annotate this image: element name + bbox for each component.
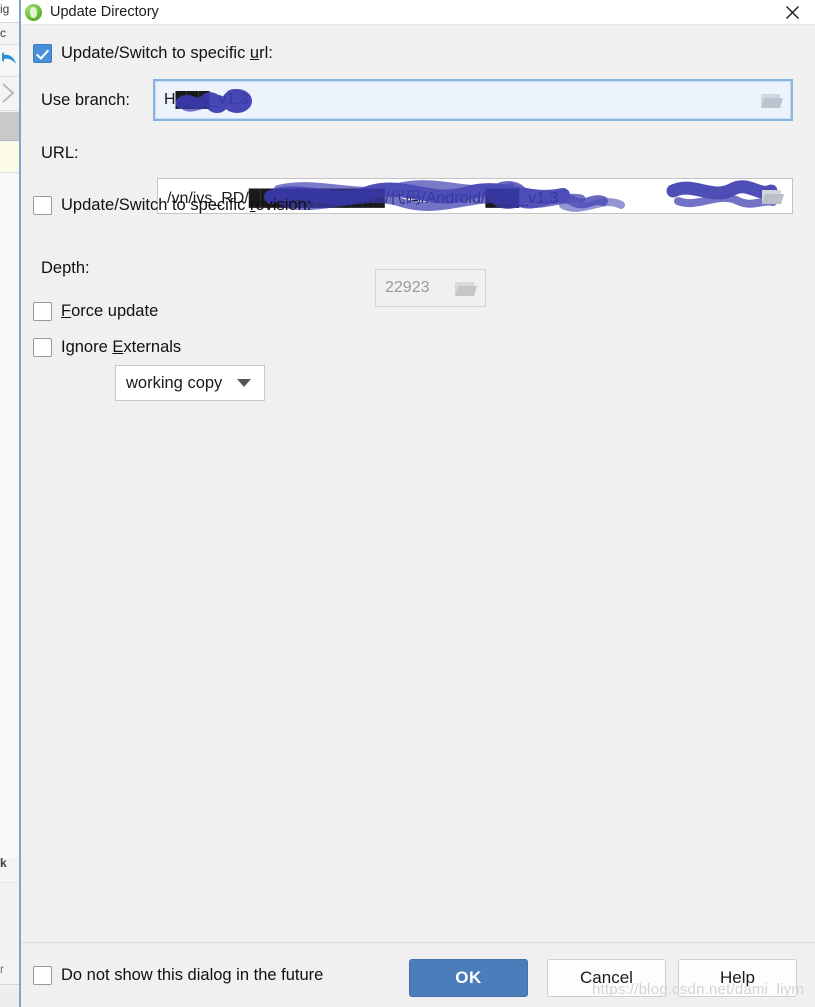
tortoisesvn-icon: [25, 3, 42, 21]
bg-divider-3: [0, 76, 19, 77]
specific-url-checkbox[interactable]: [33, 44, 52, 63]
revision-browse-icon: [453, 278, 479, 298]
branch-input[interactable]: H███_v1.3: [153, 79, 793, 121]
cancel-button[interactable]: Cancel: [547, 959, 666, 997]
bg-divider-8: [0, 984, 19, 985]
bg-band-status: [0, 986, 19, 1007]
bg-band-selected: [0, 112, 19, 140]
bg-band-highlight: [0, 142, 19, 172]
specific-revision-label: Update/Switch to specific revision:: [61, 196, 312, 214]
ok-button[interactable]: OK: [409, 959, 528, 997]
depth-selected-value: working copy: [126, 373, 223, 392]
dialog-titlebar: Update Directory: [21, 0, 815, 24]
do-not-show-checkbox-row[interactable]: Do not show this dialog in the future: [33, 966, 323, 985]
chevron-down-icon[interactable]: [237, 379, 251, 387]
specific-url-checkbox-row[interactable]: Update/Switch to specific url:: [33, 44, 273, 63]
bg-divider-7: [0, 882, 19, 883]
dialog-footer: Do not show this dialog in the future OK…: [21, 942, 815, 1007]
specific-revision-checkbox[interactable]: [33, 196, 52, 215]
help-button[interactable]: Help: [678, 959, 797, 997]
bg-divider-1: [0, 22, 19, 23]
bg-divider-2: [0, 44, 19, 45]
url-label: URL:: [41, 144, 79, 162]
bg-divider-5: [0, 140, 19, 141]
bg-chevron-right-icon: [1, 82, 18, 104]
url-browse-icon[interactable]: [760, 186, 786, 206]
depth-select[interactable]: working copy: [115, 365, 265, 401]
bg-fragment-3: r: [0, 962, 4, 976]
revision-input: 22923: [375, 269, 486, 307]
bg-divider-6: [0, 172, 19, 173]
dialog-body: Update/Switch to specific url: Use branc…: [21, 25, 815, 943]
background-window-strip: ig c k r: [0, 0, 19, 1007]
depth-label: Depth:: [41, 259, 90, 277]
bg-back-arrow-icon: [0, 50, 18, 68]
bg-divider-4: [0, 110, 19, 111]
revision-input-value: 22923: [385, 279, 430, 296]
close-icon[interactable]: [769, 0, 815, 24]
dialog-title: Update Directory: [50, 4, 159, 20]
ignore-externals-checkbox-row[interactable]: Ignore Externals: [33, 338, 181, 357]
specific-revision-checkbox-row[interactable]: Update/Switch to specific revision:: [33, 196, 311, 215]
do-not-show-checkbox[interactable]: [33, 966, 52, 985]
bg-fragment-2: k: [0, 856, 7, 870]
update-directory-dialog: Update Directory Update/Switch to specif…: [19, 0, 815, 1007]
force-update-checkbox-row[interactable]: Force update: [33, 302, 158, 321]
ignore-externals-checkbox[interactable]: [33, 338, 52, 357]
branch-input-value: H███_v1.3: [164, 91, 249, 108]
bg-fragment-0: ig: [0, 2, 10, 16]
branch-browse-icon[interactable]: [759, 90, 785, 110]
branch-label: Use branch:: [41, 91, 130, 109]
bg-fragment-1: c: [0, 26, 6, 40]
force-update-label: Force update: [61, 302, 159, 320]
specific-url-label: Update/Switch to specific url:: [61, 44, 273, 62]
bg-band-list: [0, 174, 19, 858]
force-update-checkbox[interactable]: [33, 302, 52, 321]
do-not-show-label: Do not show this dialog in the future: [61, 966, 324, 984]
bg-band-lower: [0, 884, 19, 960]
ignore-externals-label: Ignore Externals: [61, 338, 182, 356]
